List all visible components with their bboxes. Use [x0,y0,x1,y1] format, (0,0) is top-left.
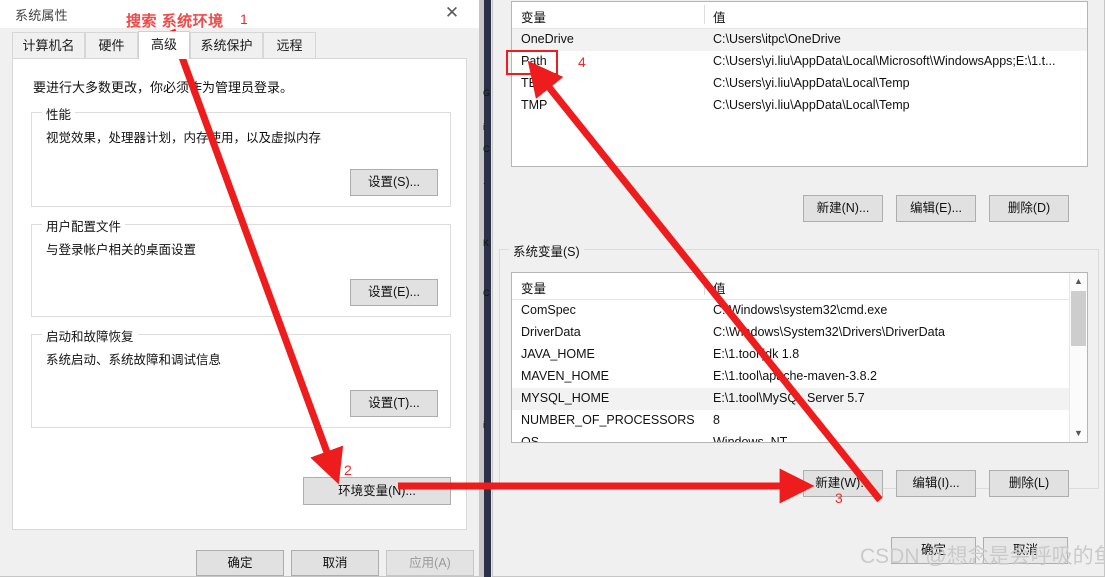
system-var-value: E:\1.tool\apache-maven-3.8.2 [713,369,877,383]
system-var-value: Windows_NT [713,435,788,443]
system-var-name: DriverData [521,325,581,339]
user-col-value: 值 [713,11,726,25]
table-row[interactable]: TEMP C:\Users\yi.liu\AppData\Local\Temp [512,73,1087,95]
environment-variables-button[interactable]: 环境变量(N)... [303,477,451,505]
user-edit-button[interactable]: 编辑(E)... [896,195,976,222]
table-row[interactable]: TMP C:\Users\yi.liu\AppData\Local\Temp [512,95,1087,117]
user-new-button[interactable]: 新建(N)... [803,195,883,222]
system-col-value: 值 [713,282,726,296]
user-profile-group-title: 用户配置文件 [42,216,126,235]
system-col-separator [704,276,705,295]
user-var-value: C:\Users\yi.liu\AppData\Local\Microsoft\… [713,54,1056,68]
system-var-name: JAVA_HOME [521,347,595,361]
system-var-value: E:\1.tool\jdk 1.8 [713,347,800,361]
environment-variables-dialog: 变量 值 OneDrive C:\Users\itpc\OneDrive Pat… [492,0,1105,577]
system-var-name: MAVEN_HOME [521,369,609,383]
tab-advanced[interactable]: 高级 [138,31,190,59]
table-row[interactable]: DriverData C:\Windows\System32\Drivers\D… [512,322,1087,344]
user-var-name: TEMP [521,76,556,90]
apply-button: 应用(A) [386,550,474,576]
table-row[interactable]: MAVEN_HOME E:\1.tool\apache-maven-3.8.2 [512,366,1087,388]
startup-recovery-group-title: 启动和故障恢复 [42,326,138,345]
system-var-value: C:\Windows\system32\cmd.exe [713,303,888,317]
performance-group-desc: 视觉效果，处理器计划，内存使用，以及虚拟内存 [46,131,322,145]
table-row[interactable]: MYSQL_HOME E:\1.tool\MySQL Server 5.7 [512,388,1087,410]
startup-recovery-group: 启动和故障恢复 系统启动、系统故障和调试信息 设置(T)... [31,326,451,428]
table-row[interactable]: ComSpec C:\Windows\system32\cmd.exe [512,300,1087,322]
user-profile-group: 用户配置文件 与登录帐户相关的桌面设置 设置(E)... [31,216,451,317]
watermark: CSDN @想念是会呼吸的鱼 [860,545,1105,568]
user-var-value: C:\Users\itpc\OneDrive [713,32,841,46]
table-row[interactable]: JAVA_HOME E:\1.tool\jdk 1.8 [512,344,1087,366]
cancel-button[interactable]: 取消 [291,550,379,576]
user-delete-button[interactable]: 删除(D) [989,195,1069,222]
system-var-name: NUMBER_OF_PROCESSORS [521,413,695,427]
scrollbar-thumb[interactable] [1071,291,1086,346]
tab-system-protection[interactable]: 系统保护 [190,32,263,59]
table-row[interactable]: Path C:\Users\yi.liu\AppData\Local\Micro… [512,51,1087,73]
tab-hardware[interactable]: 硬件 [85,32,138,59]
admin-note: 要进行大多数更改，你必须作为管理员登录。 [33,80,294,95]
system-variables-group-title: 系统变量(S) [509,241,584,260]
system-var-value: E:\1.tool\MySQL Server 5.7 [713,391,865,405]
table-row[interactable]: OneDrive C:\Users\itpc\OneDrive [512,29,1087,51]
tab-computer-name[interactable]: 计算机名 [12,32,85,59]
user-var-value: C:\Users\yi.liu\AppData\Local\Temp [713,98,910,112]
dialog-title: 系统属性 [15,8,68,23]
system-properties-dialog: 系统属性 ✕ 计算机名 硬件 高级 系统保护 远程 要进行大多数更改，你必须作为… [0,0,480,577]
user-variables-header: 变量 值 [512,2,1087,29]
user-col-variable: 变量 [521,11,547,25]
close-icon[interactable]: ✕ [435,0,469,26]
tab-strip: 计算机名 硬件 高级 系统保护 远程 [12,31,467,59]
system-new-button[interactable]: 新建(W)... [803,470,883,497]
user-var-name: Path [521,54,547,68]
user-col-separator [704,5,705,24]
title-bar: 系统属性 ✕ [0,0,479,28]
performance-settings-button[interactable]: 设置(S)... [350,169,438,196]
user-variables-list[interactable]: 变量 值 OneDrive C:\Users\itpc\OneDrive Pat… [511,1,1088,167]
system-variables-list[interactable]: 变量 值 ComSpec C:\Windows\system32\cmd.exe… [511,272,1088,443]
user-profile-group-desc: 与登录帐户相关的桌面设置 [46,243,197,257]
system-var-value: 8 [713,413,720,427]
system-col-variable: 变量 [521,282,547,296]
system-var-name: MYSQL_HOME [521,391,610,405]
user-var-value: C:\Users\yi.liu\AppData\Local\Temp [713,76,910,90]
system-variables-header: 变量 值 [512,273,1087,300]
system-delete-button[interactable]: 删除(L) [989,470,1069,497]
system-var-value: C:\Windows\System32\Drivers\DriverData [713,325,945,339]
startup-recovery-group-desc: 系统启动、系统故障和调试信息 [46,353,222,367]
chevron-up-icon[interactable]: ▲ [1070,273,1087,290]
system-edit-button[interactable]: 编辑(I)... [896,470,976,497]
user-var-name: OneDrive [521,32,574,46]
system-var-name: ComSpec [521,303,576,317]
user-profile-settings-button[interactable]: 设置(E)... [350,279,438,306]
performance-group: 性能 视觉效果，处理器计划，内存使用，以及虚拟内存 设置(S)... [31,104,451,207]
user-var-name: TMP [521,98,548,112]
startup-recovery-settings-button[interactable]: 设置(T)... [350,390,438,417]
advanced-tab-panel: 要进行大多数更改，你必须作为管理员登录。 性能 视觉效果，处理器计划，内存使用，… [12,58,467,530]
screenshot-root: G i C . K C i 系统属性 ✕ 计算机名 硬件 高级 系统保护 远程 … [0,0,1105,577]
system-variables-scrollbar[interactable]: ▲ ▼ [1069,273,1087,442]
table-row[interactable]: OS Windows_NT [512,432,1087,443]
system-var-name: OS [521,435,540,443]
tab-remote[interactable]: 远程 [263,32,316,59]
table-row[interactable]: NUMBER_OF_PROCESSORS 8 [512,410,1087,432]
chevron-down-icon[interactable]: ▼ [1070,425,1087,442]
ok-button[interactable]: 确定 [196,550,284,576]
performance-group-title: 性能 [42,104,76,123]
